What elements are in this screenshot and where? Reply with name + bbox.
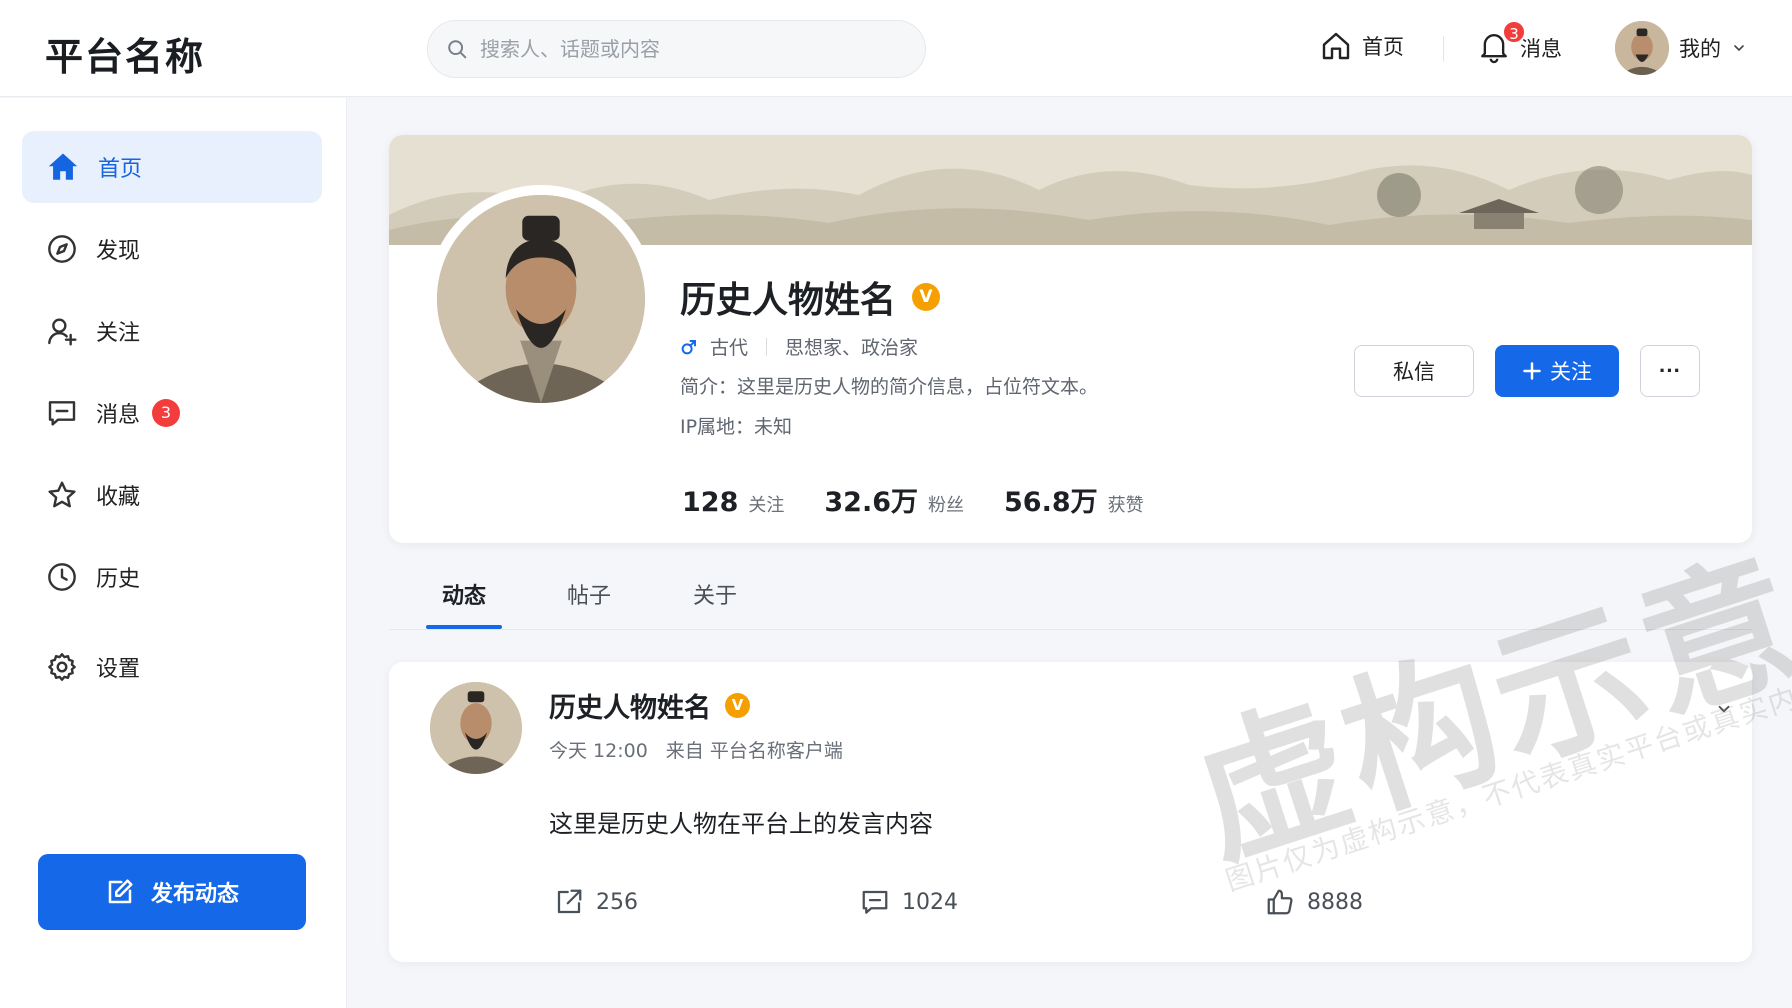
male-icon [681,339,696,354]
bell-wrap: 3 [1478,20,1526,66]
sidebar-item-settings[interactable]: 设置 [22,631,322,703]
post-author[interactable]: 历史人物姓名 V [549,686,750,725]
publish-button[interactable]: 发布动态 [38,854,306,930]
home-icon [48,153,78,180]
platform-logo[interactable]: 平台名称 [45,26,205,81]
search-box[interactable] [427,20,926,78]
home-outline-icon [1322,32,1350,60]
active-tab-indicator [426,625,502,629]
follow-button[interactable]: 关注 [1495,345,1619,397]
profile-bio: 简介：这里是历史人物的简介信息，占位符文本。 [680,376,1099,398]
clock-icon [48,563,76,591]
compass-icon [48,235,76,263]
chevron-down-icon[interactable] [1715,700,1733,718]
post-actions: 256 1024 8888 [554,887,1454,927]
share-button[interactable]: 256 [554,887,638,917]
like-button[interactable]: 8888 [1265,887,1363,917]
post-content: 这里是历史人物在平台上的发言内容 [549,810,933,838]
sidebar: 首页 发现 关注 消息 3 收藏 历史 设置 发布动态 [0,98,347,1008]
sidebar-item-label: 消息 [96,403,141,428]
messages-count-badge: 3 [152,399,181,427]
profile-avatar[interactable] [427,185,655,413]
profile-card: 历史人物姓名 V 古代 思想家、政治家 简介：这里是历史人物的简介信息，占位符文… [389,135,1752,543]
verified-badge: V [725,693,750,718]
stat-number: 56.8万 [1004,487,1098,518]
comment-count: 1024 [902,889,958,915]
stat-number: 128 [682,487,739,518]
comment-icon [862,890,888,914]
nav-messages-label: 消息 [1520,37,1562,61]
tab-about[interactable]: 关于 [693,578,737,610]
more-options-button[interactable]: ··· [1640,345,1700,397]
share-icon [557,889,582,914]
post-author-name: 历史人物姓名 [549,693,711,724]
star-icon [48,481,76,508]
profile-ip: IP属地：未知 [680,416,793,438]
stat-number: 32.6万 [824,487,918,518]
stat-label: 关注 [748,495,785,516]
nav-home-label: 首页 [1362,35,1404,59]
profile-tabs: 动态 帖子 关于 [389,560,1752,630]
search-icon [448,40,467,59]
stat-label: 粉丝 [928,495,964,516]
post-card: 历史人物姓名 V 今天 12:00 来自 平台名称客户端 这里是历史人物在平台上… [389,662,1752,962]
profile-meta: 古代 思想家、政治家 [680,333,918,360]
sidebar-item-history[interactable]: 历史 [22,541,322,613]
sidebar-item-label: 历史 [96,567,141,592]
sidebar-item-label: 发现 [96,239,141,264]
verified-badge: V [912,283,941,311]
profile-stats: 128 关注 32.6万 粉丝 56.8万 获赞 [682,480,1144,519]
comment-button[interactable]: 1024 [860,887,958,917]
profile-name-text: 历史人物姓名 [680,280,897,321]
tab-posts[interactable]: 帖子 [567,578,611,610]
share-count: 256 [596,889,638,915]
meta-divider [766,337,768,356]
gear-icon [48,653,76,681]
sidebar-item-discover[interactable]: 发现 [22,213,322,285]
sidebar-item-label: 设置 [96,657,141,682]
chevron-down-icon [1734,45,1744,52]
sidebar-item-label: 首页 [98,157,143,182]
edit-icon [108,879,133,904]
post-meta: 今天 12:00 来自 平台名称客户端 [549,736,843,763]
stat-likes[interactable]: 56.8万 获赞 [1004,480,1144,519]
search-input[interactable] [480,37,880,61]
avatar [1615,21,1669,75]
post-time: 今天 12:00 [549,740,648,762]
stat-following[interactable]: 128 关注 [682,487,784,518]
sidebar-item-home[interactable]: 首页 [22,131,322,203]
sidebar-item-following[interactable]: 关注 [22,295,322,367]
sidebar-item-favorites[interactable]: 收藏 [22,459,322,531]
profile-roles: 思想家、政治家 [785,337,919,359]
thumbs-up-icon [1267,889,1293,915]
profile-name: 历史人物姓名 V [680,271,941,323]
profile-era: 古代 [710,337,749,359]
sidebar-item-messages[interactable]: 消息 3 [22,377,322,449]
message-icon [48,401,76,426]
stat-label: 获赞 [1107,495,1144,516]
nav-messages-link[interactable]: 3 消息 [1478,20,1562,66]
user-plus-icon [48,318,77,346]
sidebar-item-label: 收藏 [96,485,141,510]
stat-followers[interactable]: 32.6万 粉丝 [824,480,964,519]
top-bar: 平台名称 首页 3 消息 我的 [0,0,1792,97]
nav-divider [1443,36,1444,62]
messages-badge: 3 [1502,20,1526,44]
follow-label: 关注 [1550,360,1592,384]
nav-home-link[interactable]: 首页 [1320,30,1404,62]
direct-message-button[interactable]: 私信 [1354,345,1474,397]
tab-activity[interactable]: 动态 [442,578,486,610]
sidebar-item-label: 关注 [96,321,141,346]
post-avatar[interactable] [430,682,522,774]
nav-me-label: 我的 [1679,37,1721,61]
like-count: 8888 [1307,889,1363,915]
plus-icon [1523,362,1541,380]
publish-label: 发布动态 [150,881,239,906]
nav-me-menu[interactable]: 我的 [1615,21,1747,75]
post-source: 来自 平台名称客户端 [665,740,843,762]
